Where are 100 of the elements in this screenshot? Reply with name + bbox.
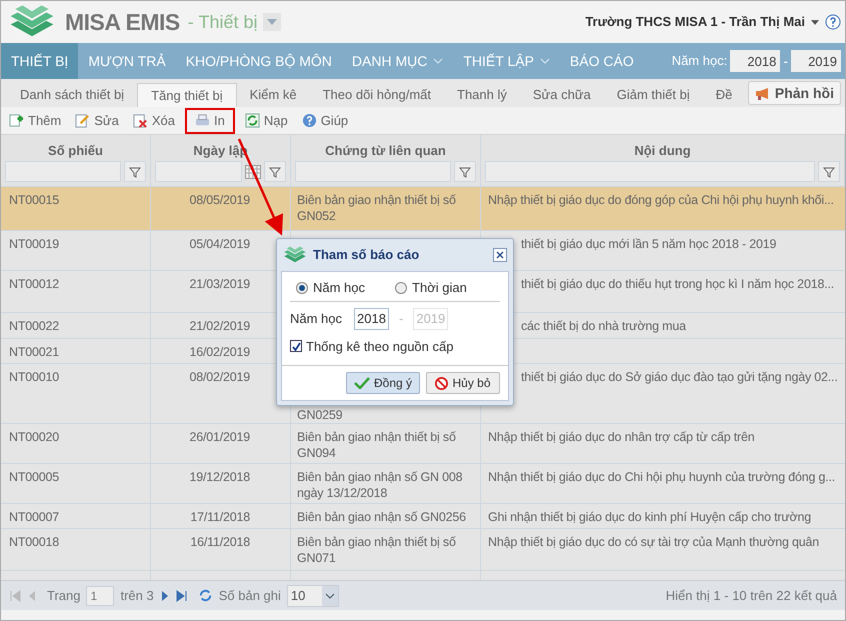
nav-item[interactable]: KHO/PHÒNG BỘ MÔN	[176, 43, 342, 79]
table-cell: 17/11/2018	[190, 510, 250, 524]
tab[interactable]: Thanh lý	[444, 83, 520, 107]
nav-item[interactable]: THIẾT LẬP	[453, 43, 560, 79]
filter-icon	[823, 166, 835, 178]
help-icon	[302, 113, 317, 128]
tab[interactable]: Giảm thiết bị	[604, 83, 703, 107]
table-cell: NT00019	[9, 237, 60, 251]
module-dropdown[interactable]	[263, 13, 282, 31]
table-cell: 05/04/2019	[189, 237, 250, 251]
filter-button[interactable]	[454, 161, 476, 182]
refresh-icon	[244, 113, 260, 128]
table-cell: 21/02/2019	[189, 319, 250, 333]
table-cell: GN0259	[297, 408, 342, 422]
table-row[interactable]: NT00020 26/01/2019 Biên bản giao nhận thiết bị số GN094 Nhập thiết bị giáo dục do nhân trợ cấp từ cấp trên	[1, 424, 845, 464]
tab[interactable]: Kiểm kê	[236, 83, 310, 107]
page-size-select[interactable]: 10	[286, 584, 339, 606]
column-header[interactable]: Chứng từ liên quan	[295, 141, 476, 161]
feedback-button[interactable]: Phản hồi	[748, 81, 841, 105]
printer-icon	[194, 113, 210, 128]
filter-field[interactable]	[295, 161, 451, 182]
table-row[interactable]: NT00007 17/11/2018 Biên bản giao nhận số GN0256 Ghi nhận thiết bị giáo dục do kinh phí Huyện cấp cho trường	[1, 504, 845, 529]
checkbox-option[interactable]: Thống kê theo nguồn cấp	[290, 336, 500, 356]
add-icon	[9, 113, 24, 128]
toolbar-button[interactable]: Giúp	[298, 108, 352, 134]
filter-field[interactable]	[5, 161, 121, 182]
close-button[interactable]	[493, 248, 507, 262]
app-name: MISA EMIS	[65, 8, 180, 37]
year-to-field[interactable]: 2019	[791, 50, 841, 72]
column-header[interactable]: Nội dung	[485, 141, 840, 161]
refresh-icon[interactable]	[198, 588, 213, 603]
filter-button[interactable]	[124, 161, 146, 182]
user-name[interactable]: Trường THCS MISA 1 - Trần Thị Mai	[585, 12, 805, 32]
tab[interactable]: Sửa chữa	[520, 83, 604, 107]
filter-field[interactable]	[485, 161, 815, 182]
year-label: Năm học	[290, 310, 344, 328]
page-count: trên 3	[120, 586, 154, 605]
table-cell: NT00022	[9, 319, 60, 333]
toolbar-button[interactable]: In	[184, 108, 235, 134]
table-cell: Nhận thiết bị giáo dục do Chi hội phụ huynh của trường đóng g...	[488, 470, 836, 484]
logo-icon	[283, 245, 307, 265]
filter-icon	[459, 166, 471, 178]
check-icon	[292, 342, 300, 351]
table-cell: Ghi nhận thiết bị giáo dục do kinh phí Huyện cấp cho trường	[488, 510, 812, 524]
check-icon	[354, 377, 370, 389]
edit-icon	[75, 113, 90, 128]
table-cell: NT00020	[9, 430, 60, 444]
ok-button[interactable]: Đồng ý	[346, 372, 420, 394]
nav-item[interactable]: DANH MỤC	[342, 43, 454, 79]
table-row[interactable]: NT00018 16/11/2018 Biên bản giao nhận thiết bị số GN071 Nhập thiết bị giáo dục do có sự tài trợ của Mạnh thường quân	[1, 529, 845, 571]
chevron-icon	[433, 58, 444, 64]
nav-item[interactable]: BÁO CÁO	[560, 43, 644, 79]
year-separator: -	[398, 310, 404, 328]
toolbar-button[interactable]: Thêm	[5, 108, 66, 134]
year-from-field[interactable]: 2018	[354, 308, 389, 330]
toolbar-button[interactable]: Sửa	[71, 108, 123, 134]
caret-icon[interactable]	[811, 20, 819, 24]
tab[interactable]: Theo dõi hỏng/mất	[310, 83, 444, 107]
table-cell: Biên bản giao nhận số GN0256	[297, 510, 466, 524]
table-cell: Nhập thiết bị giáo dục do đóng góp của Chi hội phụ huynh khối...	[488, 193, 834, 207]
next-page-icon[interactable]	[160, 590, 170, 602]
help-icon[interactable]	[825, 14, 841, 30]
table-cell: 08/05/2019	[189, 193, 250, 207]
toolbar-button[interactable]: Xóa	[128, 108, 179, 134]
year-label: Năm học:	[672, 52, 728, 70]
table-cell: Nhập thiết bị giáo dục do nhân trợ cấp từ cấp trên	[488, 430, 754, 444]
table-cell: thiết bị giáo dục do Sở giáo dục đào tạo gửi tặng ngày 02...	[521, 370, 838, 384]
table-cell: NT00012	[9, 277, 60, 291]
year-from-field[interactable]: 2018	[730, 50, 780, 72]
table-cell: thiết bị giáo dục do thiếu hụt trong học kì I năm học 2018...	[521, 277, 834, 291]
tab[interactable]: Danh sách thiết bị	[7, 83, 138, 107]
table-cell: NT00015	[9, 193, 60, 207]
page-field[interactable]: 1	[86, 586, 114, 606]
toolbar-button[interactable]: Nạp	[240, 108, 292, 134]
filter-button[interactable]	[818, 161, 840, 182]
radio-option[interactable]: Thời gian	[395, 278, 467, 298]
filter-button[interactable]	[264, 161, 286, 182]
radio-option[interactable]: Năm học	[296, 278, 366, 298]
chevron-icon	[324, 592, 335, 598]
prohibited-icon	[435, 376, 448, 390]
filter-field[interactable]	[155, 161, 242, 182]
table-cell: NT00007	[9, 510, 60, 524]
nav-item[interactable]: THIẾT BỊ	[1, 43, 78, 79]
chevron-icon	[540, 58, 550, 64]
table-row[interactable]: NT00015 08/05/2019 Biên bản giao nhận thiết bị số GN052 Nhập thiết bị giáo dục do đóng góp của Chi hội phụ huynh khối...	[1, 187, 845, 231]
table-cell: thiết bị giáo dục mới lần 5 năm học 2018 - 2019	[521, 237, 776, 251]
tab[interactable]: Tăng thiết bị	[137, 83, 237, 107]
table-row[interactable]: NT00005 19/12/2018 Biên bản giao nhận số GN 008 ngày 13/12/2018 Nhận thiết bị giáo dục do Chi hội phụ huynh của trường đóng g...	[1, 464, 845, 504]
table-cell: các thiết bị do nhà trường mua	[521, 319, 686, 333]
last-page-icon[interactable]	[176, 590, 188, 602]
tab[interactable]: Đề	[702, 83, 746, 107]
table-cell: Biên bản giao nhận thiết bị số GN052	[297, 193, 456, 223]
column-header[interactable]: Số phiếu	[5, 141, 146, 161]
nav-item[interactable]: MƯỢN TRẢ	[78, 43, 176, 79]
table-cell: 26/01/2019	[189, 430, 250, 444]
table-cell: Biên bản giao nhận thiết bị số GN094	[297, 430, 456, 460]
table-cell: 19/12/2018	[189, 470, 250, 484]
table-cell: NT00021	[9, 345, 60, 359]
cancel-button[interactable]: Hủy bỏ	[426, 372, 500, 394]
year-separator: -	[783, 52, 788, 70]
